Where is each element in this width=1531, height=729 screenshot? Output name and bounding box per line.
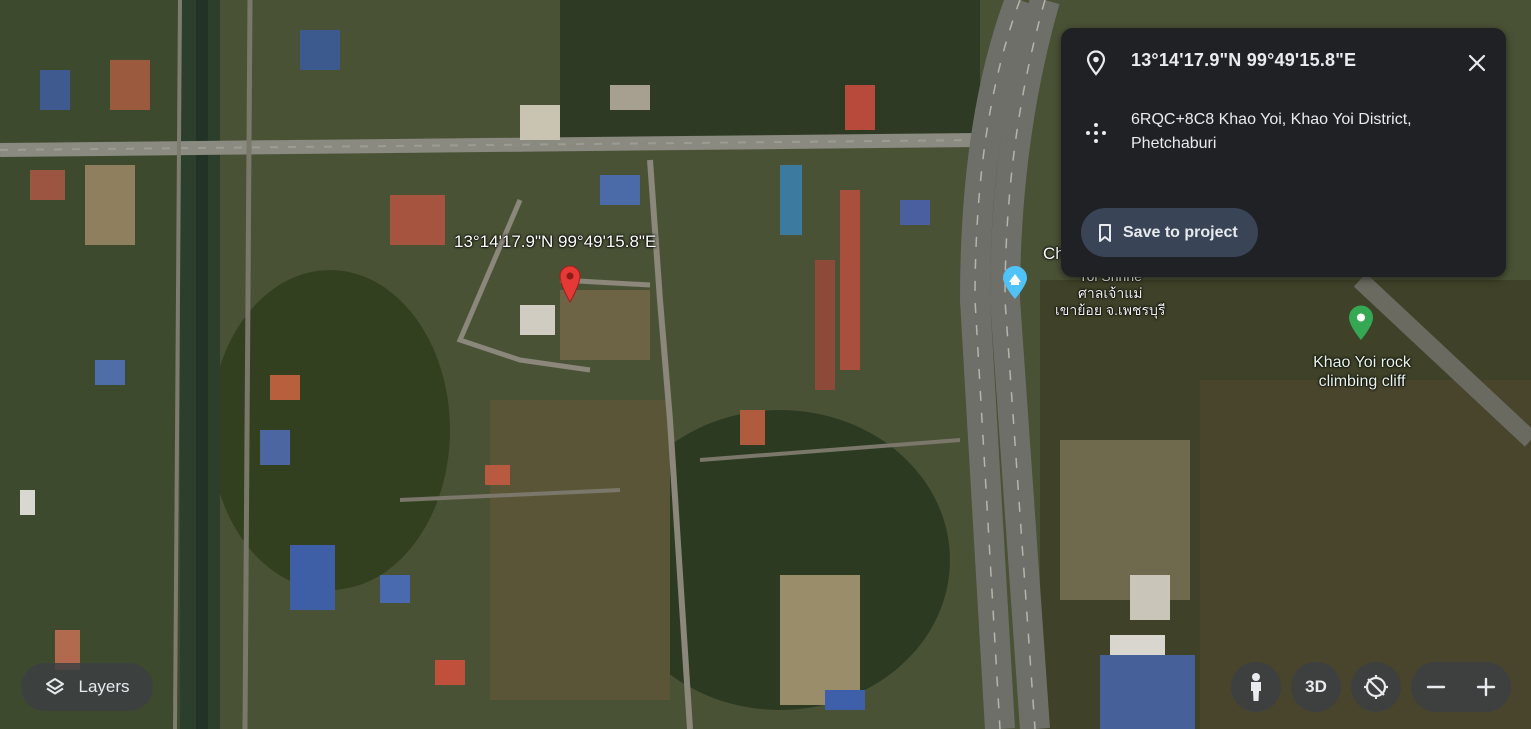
address-text: 6RQC+8C8 Khao Yoi, Khao Yoi District, Ph… — [1131, 108, 1461, 156]
address-line-1: 6RQC+8C8 Khao Yoi, Khao Yoi District, — [1131, 111, 1412, 128]
bookmark-icon — [1099, 223, 1111, 242]
map-pin-icon — [559, 265, 581, 303]
toggle-3d-label: 3D — [1305, 677, 1327, 696]
coordinates-title: 13°14'17.9"N 99°49'15.8"E — [1131, 50, 1357, 70]
poi-marker[interactable] — [1348, 305, 1374, 341]
toggle-3d-button[interactable]: 3D — [1291, 662, 1341, 712]
plus-code-icon — [1083, 120, 1109, 146]
close-button[interactable] — [1462, 48, 1492, 78]
street-view-button[interactable] — [1231, 662, 1281, 712]
compass-reset-icon — [1364, 675, 1388, 699]
dropped-pin-marker[interactable] — [559, 265, 581, 303]
pegman-icon — [1251, 673, 1261, 701]
poi-label[interactable]: Khao Yoi rock climbing cliff — [1300, 353, 1424, 391]
reset-orientation-button[interactable] — [1351, 662, 1401, 712]
place-pin-icon — [1349, 305, 1373, 340]
zoom-in-button[interactable] — [1461, 662, 1511, 712]
poi-label-line-1: Khao Yoi rock — [1313, 354, 1411, 371]
plus-icon — [1476, 677, 1496, 697]
zoom-out-button[interactable] — [1411, 662, 1461, 712]
minus-icon — [1426, 685, 1446, 689]
zoom-controls — [1411, 662, 1511, 712]
shrine-marker[interactable] — [1002, 266, 1028, 300]
layers-label: Layers — [78, 677, 130, 696]
layers-button[interactable]: Layers — [21, 663, 153, 711]
pin-coordinate-label: 13°14'17.9"N 99°49'15.8"E — [454, 232, 657, 251]
temple-icon — [1003, 266, 1027, 299]
shrine-label-thai-1: ศาลเจ้าแม่ — [1078, 285, 1143, 301]
location-pin-icon — [1083, 50, 1109, 76]
location-info-panel: 13°14'17.9"N 99°49'15.8"E 6RQC+8C8 Khao … — [1061, 28, 1506, 277]
save-to-project-label: Save to project — [1123, 223, 1238, 241]
close-icon — [1468, 54, 1486, 72]
layers-icon — [46, 678, 65, 695]
poi-label-line-2: climbing cliff — [1318, 373, 1406, 390]
address-line-2: Phetchaburi — [1131, 135, 1217, 152]
save-to-project-button[interactable]: Save to project — [1081, 208, 1258, 257]
shrine-label-thai-2: เขาย้อย จ.เพชรบุรี — [1055, 302, 1166, 318]
